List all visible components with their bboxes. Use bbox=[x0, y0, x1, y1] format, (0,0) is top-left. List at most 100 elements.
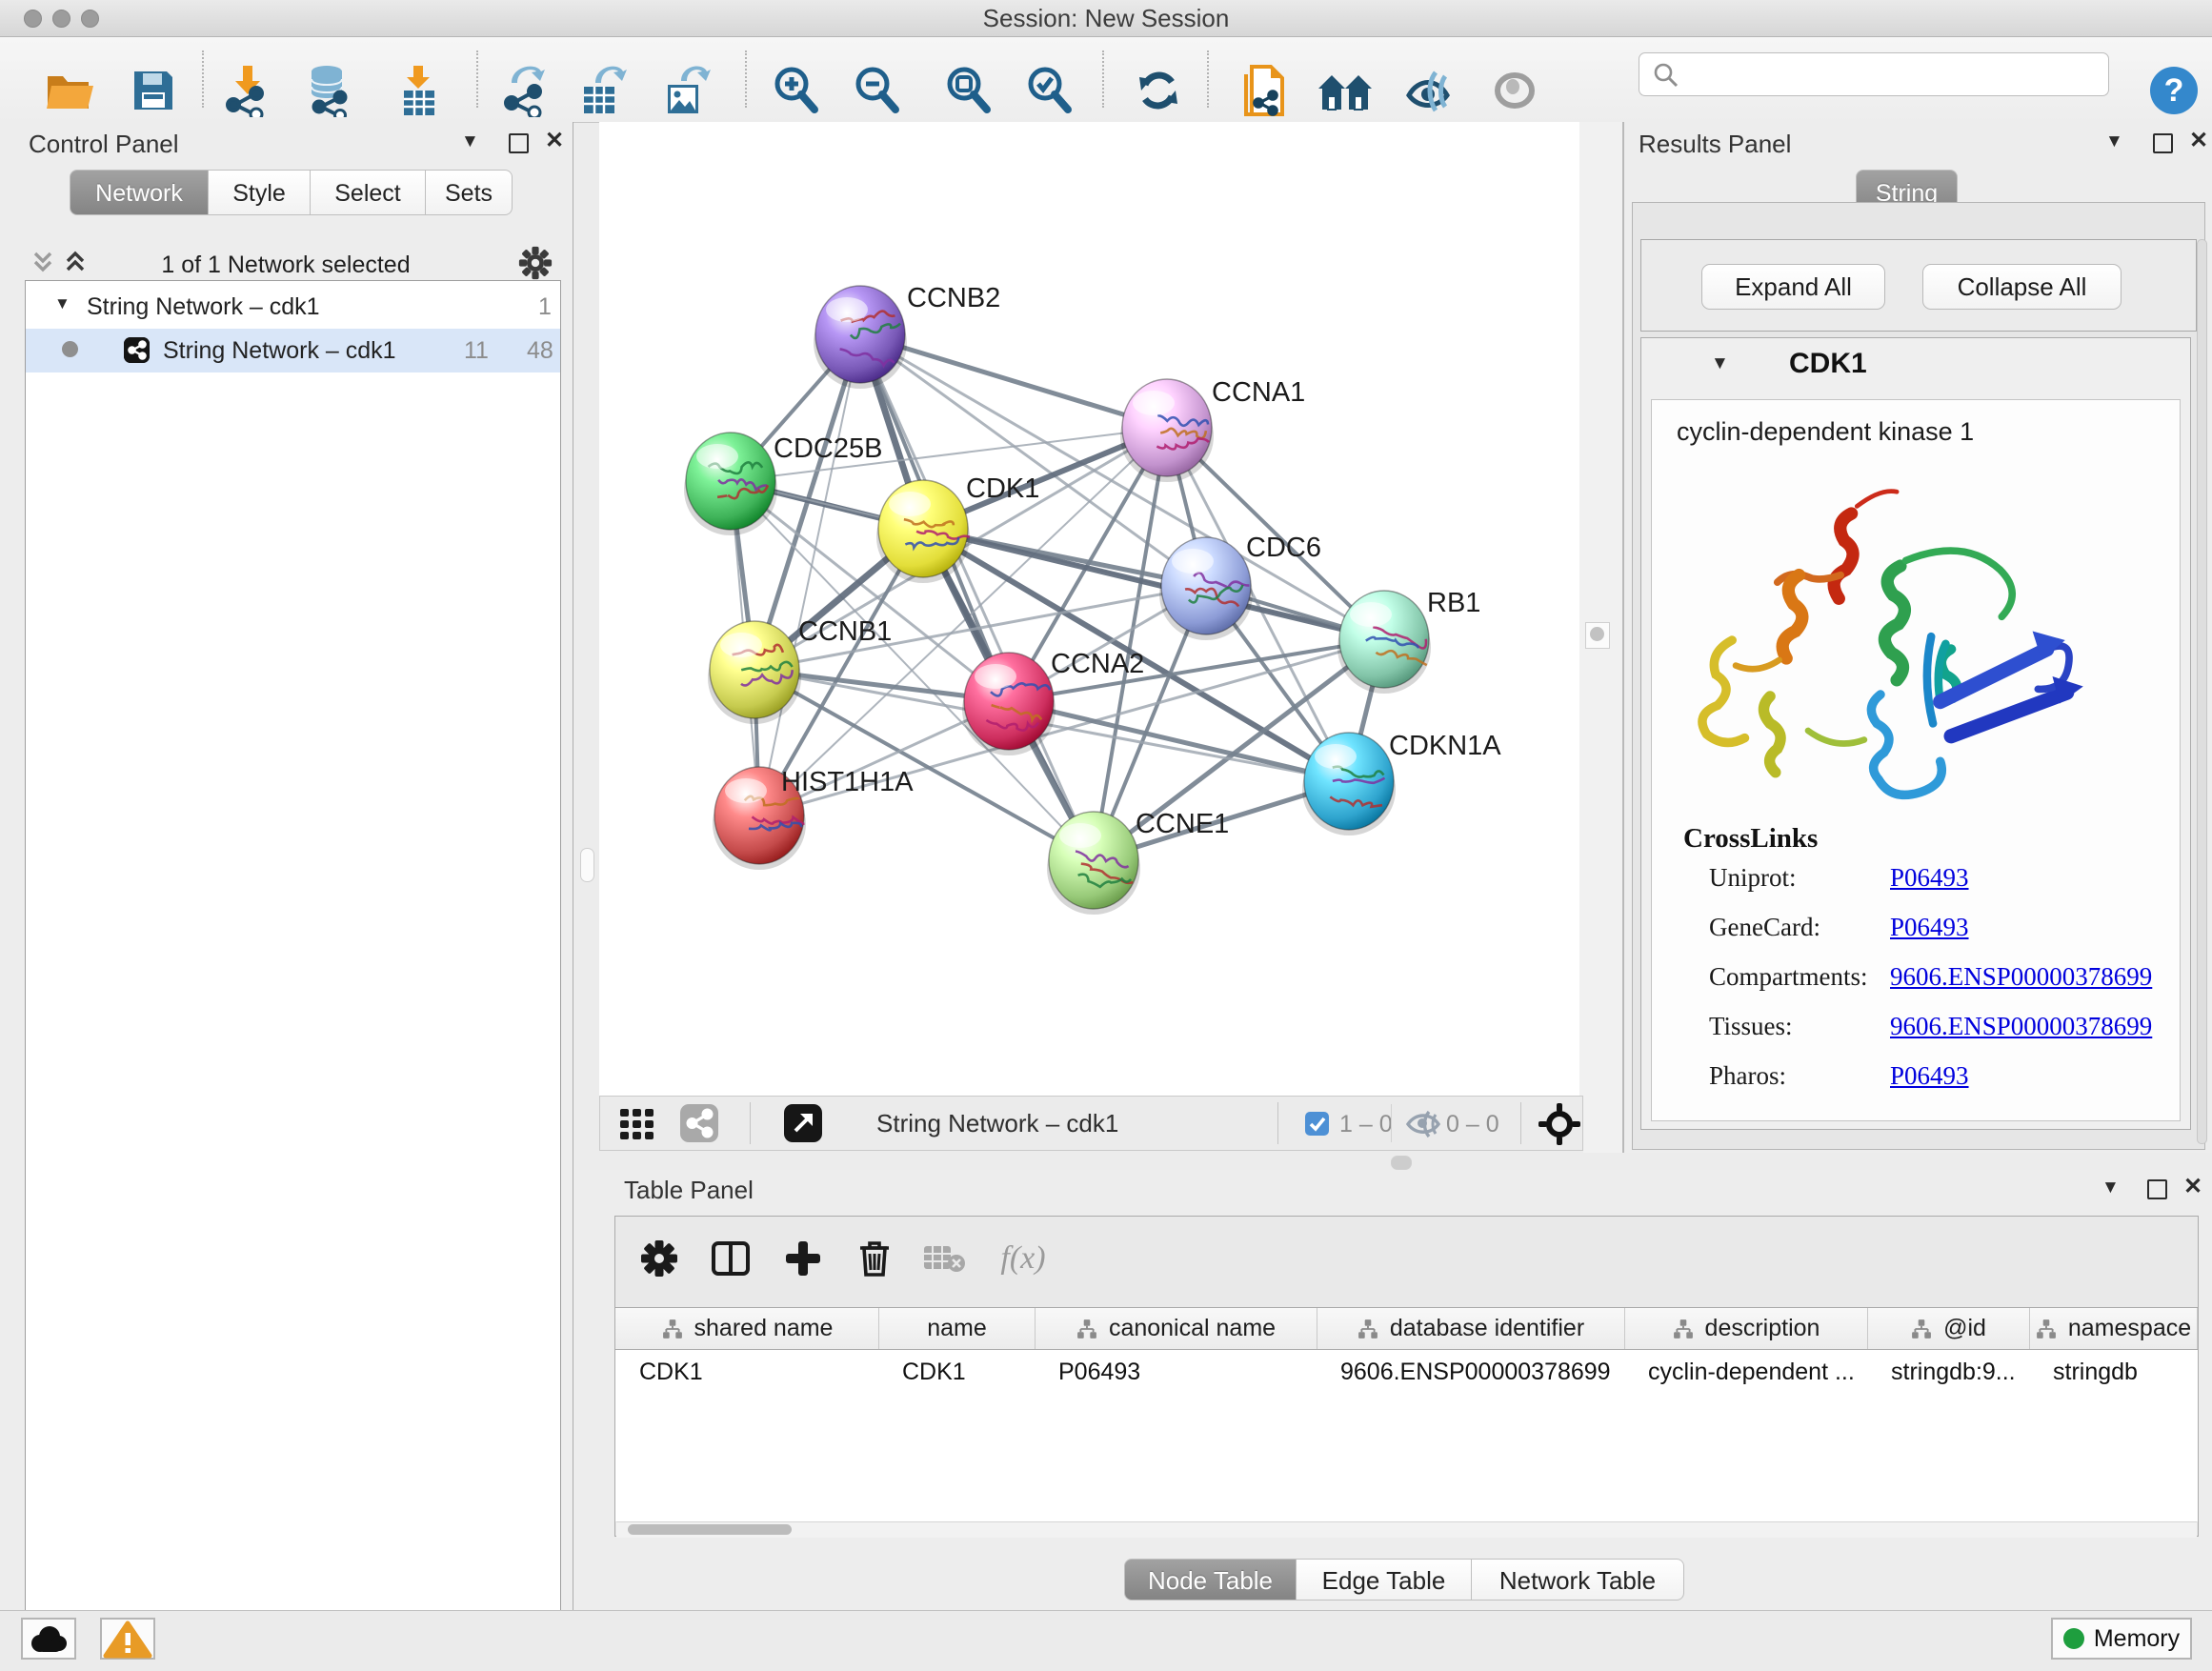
close-panel-icon[interactable]: ✕ bbox=[545, 131, 564, 151]
left-splitter-handle[interactable] bbox=[580, 848, 594, 882]
tab-select[interactable]: Select bbox=[311, 170, 426, 215]
save-session-icon[interactable] bbox=[131, 68, 176, 113]
column-header-databaseidentifier[interactable]: database identifier bbox=[1317, 1308, 1625, 1349]
import-network-database-icon[interactable] bbox=[302, 64, 353, 117]
zoom-out-icon[interactable] bbox=[853, 66, 902, 115]
network-edge-count: 48 bbox=[527, 337, 553, 365]
tab-network-table[interactable]: Network Table bbox=[1472, 1559, 1684, 1601]
collapse-panel-icon[interactable]: ▼ bbox=[2105, 131, 2123, 152]
scrollbar-thumb[interactable] bbox=[628, 1524, 792, 1535]
table-options-gear-icon[interactable] bbox=[640, 1239, 678, 1278]
edge-CCNB2-HIST1H1A[interactable] bbox=[759, 334, 860, 815]
open-session-icon[interactable] bbox=[44, 67, 97, 114]
network-row-selected[interactable]: String Network – cdk1 11 48 bbox=[26, 329, 560, 372]
column-header-namespace[interactable]: namespace bbox=[2030, 1308, 2198, 1349]
crosslink-link[interactable]: P06493 bbox=[1890, 1061, 1969, 1091]
network-view-toolbar: String Network – cdk1 1 – 0 0 – 0 bbox=[599, 1096, 1583, 1151]
node-CDC25B[interactable] bbox=[684, 433, 777, 535]
column-header-sharedname[interactable]: shared name bbox=[616, 1308, 879, 1349]
import-table-icon[interactable] bbox=[396, 64, 442, 117]
tab-style[interactable]: Style bbox=[209, 170, 311, 215]
zoom-selected-icon[interactable] bbox=[1025, 66, 1075, 115]
table-cell: 9606.ENSP00000378699 bbox=[1340, 1359, 1616, 1386]
open-in-new-window-icon[interactable] bbox=[784, 1104, 822, 1142]
zoom-in-icon[interactable] bbox=[772, 66, 821, 115]
column-header-canonicalname[interactable]: canonical name bbox=[1036, 1308, 1317, 1349]
collapse-all-button[interactable]: Collapse All bbox=[1922, 264, 2122, 310]
crosslink-link[interactable]: 9606.ENSP00000378699 bbox=[1890, 962, 2152, 992]
node-CDKN1A[interactable] bbox=[1302, 733, 1396, 836]
refresh-icon[interactable] bbox=[1134, 66, 1183, 115]
show-columns-icon[interactable] bbox=[711, 1240, 751, 1277]
close-panel-icon[interactable]: ✕ bbox=[2189, 131, 2208, 151]
close-panel-icon[interactable]: ✕ bbox=[2183, 1178, 2202, 1197]
collection-expander-icon[interactable]: ▼ bbox=[54, 294, 70, 313]
memory-button[interactable]: Memory bbox=[2051, 1618, 2192, 1660]
selected-checkbox-icon[interactable] bbox=[1305, 1112, 1329, 1136]
delete-column-icon[interactable] bbox=[856, 1238, 893, 1278]
table-panel: Table Panel ▼ ✕ f(x) shared namenamecano… bbox=[573, 1170, 2212, 1610]
home-icon[interactable] bbox=[1317, 68, 1374, 113]
table-row[interactable]: CDK1CDK1P064939606.ENSP00000378699cyclin… bbox=[615, 1350, 2198, 1392]
node-CDK1[interactable] bbox=[876, 480, 970, 583]
column-header-name[interactable]: name bbox=[879, 1308, 1036, 1349]
add-column-icon[interactable] bbox=[784, 1239, 822, 1278]
node-gloss bbox=[1133, 391, 1175, 415]
float-panel-icon[interactable] bbox=[2153, 133, 2173, 153]
hide-display-icon[interactable] bbox=[1403, 67, 1457, 114]
table-cell: stringdb bbox=[2053, 1359, 2188, 1386]
column-header-description[interactable]: description bbox=[1625, 1308, 1868, 1349]
node-RB1[interactable] bbox=[1337, 591, 1431, 694]
node-CCNB2[interactable] bbox=[814, 286, 907, 389]
tab-edge-table[interactable]: Edge Table bbox=[1297, 1559, 1472, 1601]
warnings-button[interactable] bbox=[100, 1618, 155, 1660]
table-horizontal-scrollbar[interactable] bbox=[616, 1521, 2197, 1538]
node-CCNA1[interactable] bbox=[1120, 379, 1214, 482]
tab-sets[interactable]: Sets bbox=[426, 170, 513, 215]
node-CDC6[interactable] bbox=[1159, 537, 1253, 640]
collapse-panel-icon[interactable]: ▼ bbox=[2101, 1178, 2120, 1198]
tab-node-table[interactable]: Node Table bbox=[1124, 1559, 1297, 1601]
network-collection-row[interactable]: ▼ String Network – cdk1 1 bbox=[26, 287, 560, 329]
network-canvas[interactable]: CCNB2CCNA1CDC25BCDK1CDC6RB1CCNB1CCNA2CDK… bbox=[599, 122, 1579, 1096]
expand-all-networks-icon[interactable] bbox=[63, 248, 88, 276]
node-gloss bbox=[889, 492, 931, 516]
right-splitter[interactable] bbox=[1583, 122, 1622, 1153]
crosslink-link[interactable]: P06493 bbox=[1890, 863, 1969, 893]
node-CCNE1[interactable] bbox=[1047, 812, 1140, 915]
crosslink-link[interactable]: P06493 bbox=[1890, 913, 1969, 942]
tab-network[interactable]: Network bbox=[70, 170, 209, 215]
crosslink-link[interactable]: 9606.ENSP00000378699 bbox=[1890, 1012, 2152, 1041]
results-panel: Results Panel ▼ ✕ String Expand All Coll… bbox=[1622, 122, 2212, 1153]
grid-view-icon[interactable] bbox=[620, 1109, 668, 1139]
navigator-crosshair-icon[interactable] bbox=[1538, 1103, 1580, 1145]
hidden-node-edge-count: 0 – 0 bbox=[1446, 1111, 1499, 1138]
help-icon[interactable]: ? bbox=[2148, 65, 2200, 116]
column-header-id[interactable]: @id bbox=[1868, 1308, 2030, 1349]
show-display-icon[interactable] bbox=[1490, 69, 1539, 112]
string-view-icon[interactable] bbox=[680, 1104, 718, 1142]
horizontal-splitter-handle[interactable] bbox=[1391, 1156, 1412, 1170]
node-CCNA2[interactable] bbox=[962, 653, 1056, 755]
right-splitter-handle[interactable] bbox=[1585, 622, 1610, 649]
toolbar-separator bbox=[1102, 50, 1104, 108]
export-image-icon[interactable] bbox=[662, 64, 712, 117]
results-scrollbar[interactable] bbox=[2197, 239, 2207, 1144]
cytoscape-window: Session: New Session bbox=[0, 0, 2212, 1671]
collapse-panel-icon[interactable]: ▼ bbox=[461, 131, 479, 152]
collapse-all-networks-icon[interactable] bbox=[30, 248, 55, 276]
expand-all-button[interactable]: Expand All bbox=[1701, 264, 1885, 310]
export-network-icon[interactable] bbox=[500, 64, 550, 117]
float-panel-icon[interactable] bbox=[2147, 1179, 2167, 1199]
export-table-icon[interactable] bbox=[578, 64, 628, 117]
horizontal-splitter[interactable] bbox=[573, 1153, 2212, 1170]
share-document-icon[interactable] bbox=[1240, 63, 1288, 118]
node-CCNB1[interactable] bbox=[708, 621, 801, 724]
float-panel-icon[interactable] bbox=[509, 133, 529, 153]
zoom-fit-icon[interactable] bbox=[944, 66, 994, 115]
network-options-gear-icon[interactable] bbox=[518, 246, 553, 280]
search-input[interactable] bbox=[1639, 52, 2109, 96]
gene-expander-icon[interactable]: ▼ bbox=[1711, 353, 1729, 374]
import-network-file-icon[interactable] bbox=[222, 64, 271, 117]
cloud-button[interactable] bbox=[21, 1618, 76, 1660]
